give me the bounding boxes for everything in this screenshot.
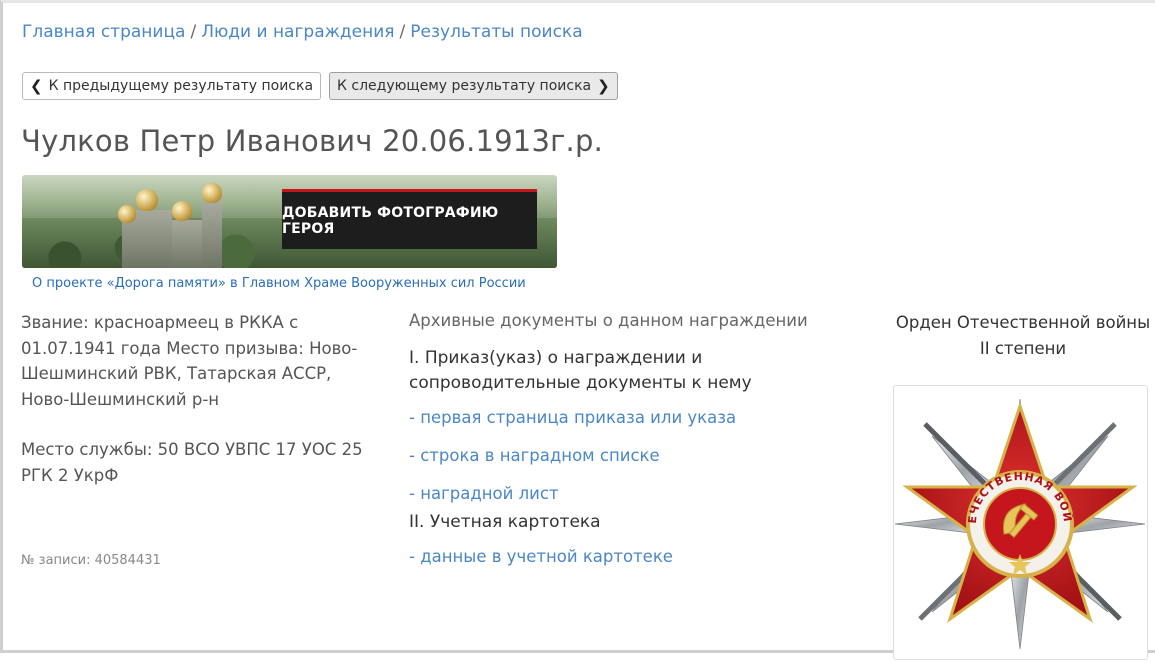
- person-info: Звание: красноармеец в РККА с 01.07.1941…: [21, 310, 376, 488]
- breadcrumb-home-link[interactable]: Главная страница: [22, 22, 185, 42]
- breadcrumb-people-link[interactable]: Люди и награждения: [201, 22, 394, 42]
- breadcrumb-results-link[interactable]: Результаты поиска: [410, 22, 582, 42]
- breadcrumb-separator: /: [399, 22, 406, 42]
- order-patriotic-war-icon: ОТЕЧЕСТВЕННАЯ ВОЙНА: [894, 398, 1146, 650]
- next-result-button[interactable]: К следующему результату поиска ❯: [329, 72, 618, 100]
- section-order-title: I. Приказ(указ) о награждении и сопровод…: [409, 348, 752, 393]
- award-image-card[interactable]: ОТЕЧЕСТВЕННАЯ ВОЙНА: [893, 385, 1148, 660]
- award-list-line-link[interactable]: - строка в наградном списке: [409, 444, 869, 482]
- chevron-left-icon: ❮: [30, 77, 43, 95]
- order-first-page-link[interactable]: - первая страница приказа или указа: [409, 406, 869, 444]
- service-place: Место службы: 50 ВСО УВПС 17 УОС 25 РГК …: [21, 440, 363, 485]
- project-about-link[interactable]: О проекте «Дорога памяти» в Главном Храм…: [32, 276, 526, 291]
- record-number: № записи: 40584431: [21, 553, 161, 568]
- award-panel: Орден Отечественной войны II степени ЕЧЕ…: [893, 310, 1153, 660]
- breadcrumb: Главная страница / Люди и награждения / Резу…: [22, 22, 583, 42]
- archive-documents: Архивные документы о данном награждении …: [409, 310, 869, 583]
- add-photo-button[interactable]: ДОБАВИТЬ ФОТОГРАФИЮ ГЕРОЯ: [282, 189, 537, 249]
- next-result-label: К следующему результату поиска: [337, 78, 592, 94]
- archive-title: Архивные документы о данном награждении: [409, 311, 808, 330]
- breadcrumb-separator: /: [190, 22, 197, 42]
- chevron-right-icon: ❯: [597, 77, 610, 95]
- rank-info: Звание: красноармеец в РККА с 01.07.1941…: [21, 313, 358, 409]
- prev-result-label: К предыдущему результату поиска: [48, 78, 314, 94]
- prev-result-button[interactable]: ❮ К предыдущему результату поиска: [22, 72, 322, 100]
- award-name: Орден Отечественной войны II степени: [895, 313, 1151, 358]
- page-title: Чулков Петр Иванович 20.06.1913г.р.: [21, 124, 603, 158]
- card-index-data-link[interactable]: - данные в учетной картотеке: [409, 545, 869, 583]
- section-card-title: II. Учетная картотека: [409, 512, 601, 532]
- award-sheet-link[interactable]: - наградной лист: [409, 482, 869, 510]
- add-photo-banner[interactable]: ДОБАВИТЬ ФОТОГРАФИЮ ГЕРОЯ: [22, 175, 557, 268]
